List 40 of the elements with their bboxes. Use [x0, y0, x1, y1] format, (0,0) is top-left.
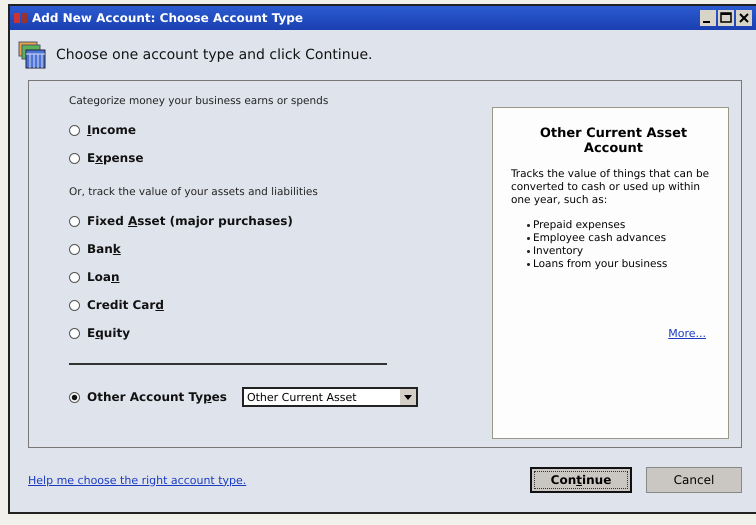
bullet-text: Prepaid expenses: [532, 219, 626, 232]
bullet-text: Loans from your business: [532, 258, 668, 271]
radio-label[interactable]: Expense: [87, 151, 144, 165]
radio-button[interactable]: [69, 244, 80, 254]
radio-label[interactable]: Credit Card: [87, 298, 164, 312]
radio-button[interactable]: [69, 152, 80, 164]
info-title: Other Current Asset Account: [538, 126, 688, 156]
continue-button[interactable]: Continue: [530, 467, 632, 493]
radio-label[interactable]: Fixed Asset (major purchases): [87, 214, 293, 228]
radio-button[interactable]: [69, 392, 80, 402]
bullet-icon: [526, 224, 530, 227]
bullet-icon: [526, 250, 530, 253]
section-heading: Or, track the value of your assets and liabilities: [69, 186, 319, 198]
radio-label[interactable]: Income: [87, 123, 136, 137]
radio-label[interactable]: Loan: [87, 270, 120, 284]
maximize-icon[interactable]: [718, 10, 734, 26]
app-icon: [14, 12, 28, 24]
radio-label[interactable]: Other Account Types: [87, 390, 227, 404]
close-icon[interactable]: [736, 10, 752, 26]
radio-button[interactable]: [69, 328, 80, 338]
instruction-text: Choose one account type and click Continue.: [56, 47, 373, 63]
radio-button[interactable]: [69, 300, 80, 310]
minimize-icon[interactable]: [700, 10, 716, 26]
radio-label[interactable]: Equity: [87, 326, 130, 340]
bullet-text: Employee cash advances: [532, 232, 666, 245]
info-description: Tracks the value of things that can be converted to cash or used up within one year, such as:: [510, 168, 710, 207]
help-link[interactable]: Help me choose the right account type.: [28, 474, 246, 486]
radio-button[interactable]: [69, 124, 80, 136]
window-title: Add New Account: Choose Account Type: [32, 11, 304, 25]
bullet-icon: [526, 263, 530, 266]
section-heading: Categorize money your business earns or spends: [69, 95, 330, 107]
cancel-button[interactable]: Cancel: [646, 467, 742, 493]
ledger-icon: [18, 41, 46, 69]
radio-label[interactable]: Bank: [87, 242, 121, 256]
account-type-dropdown[interactable]: Other Current Asset: [242, 387, 418, 407]
bullet-text: Inventory: [532, 245, 584, 258]
bullet-icon: [526, 237, 530, 240]
more-link[interactable]: More...: [668, 327, 706, 340]
radio-button[interactable]: [69, 216, 80, 226]
radio-button[interactable]: [69, 272, 80, 282]
